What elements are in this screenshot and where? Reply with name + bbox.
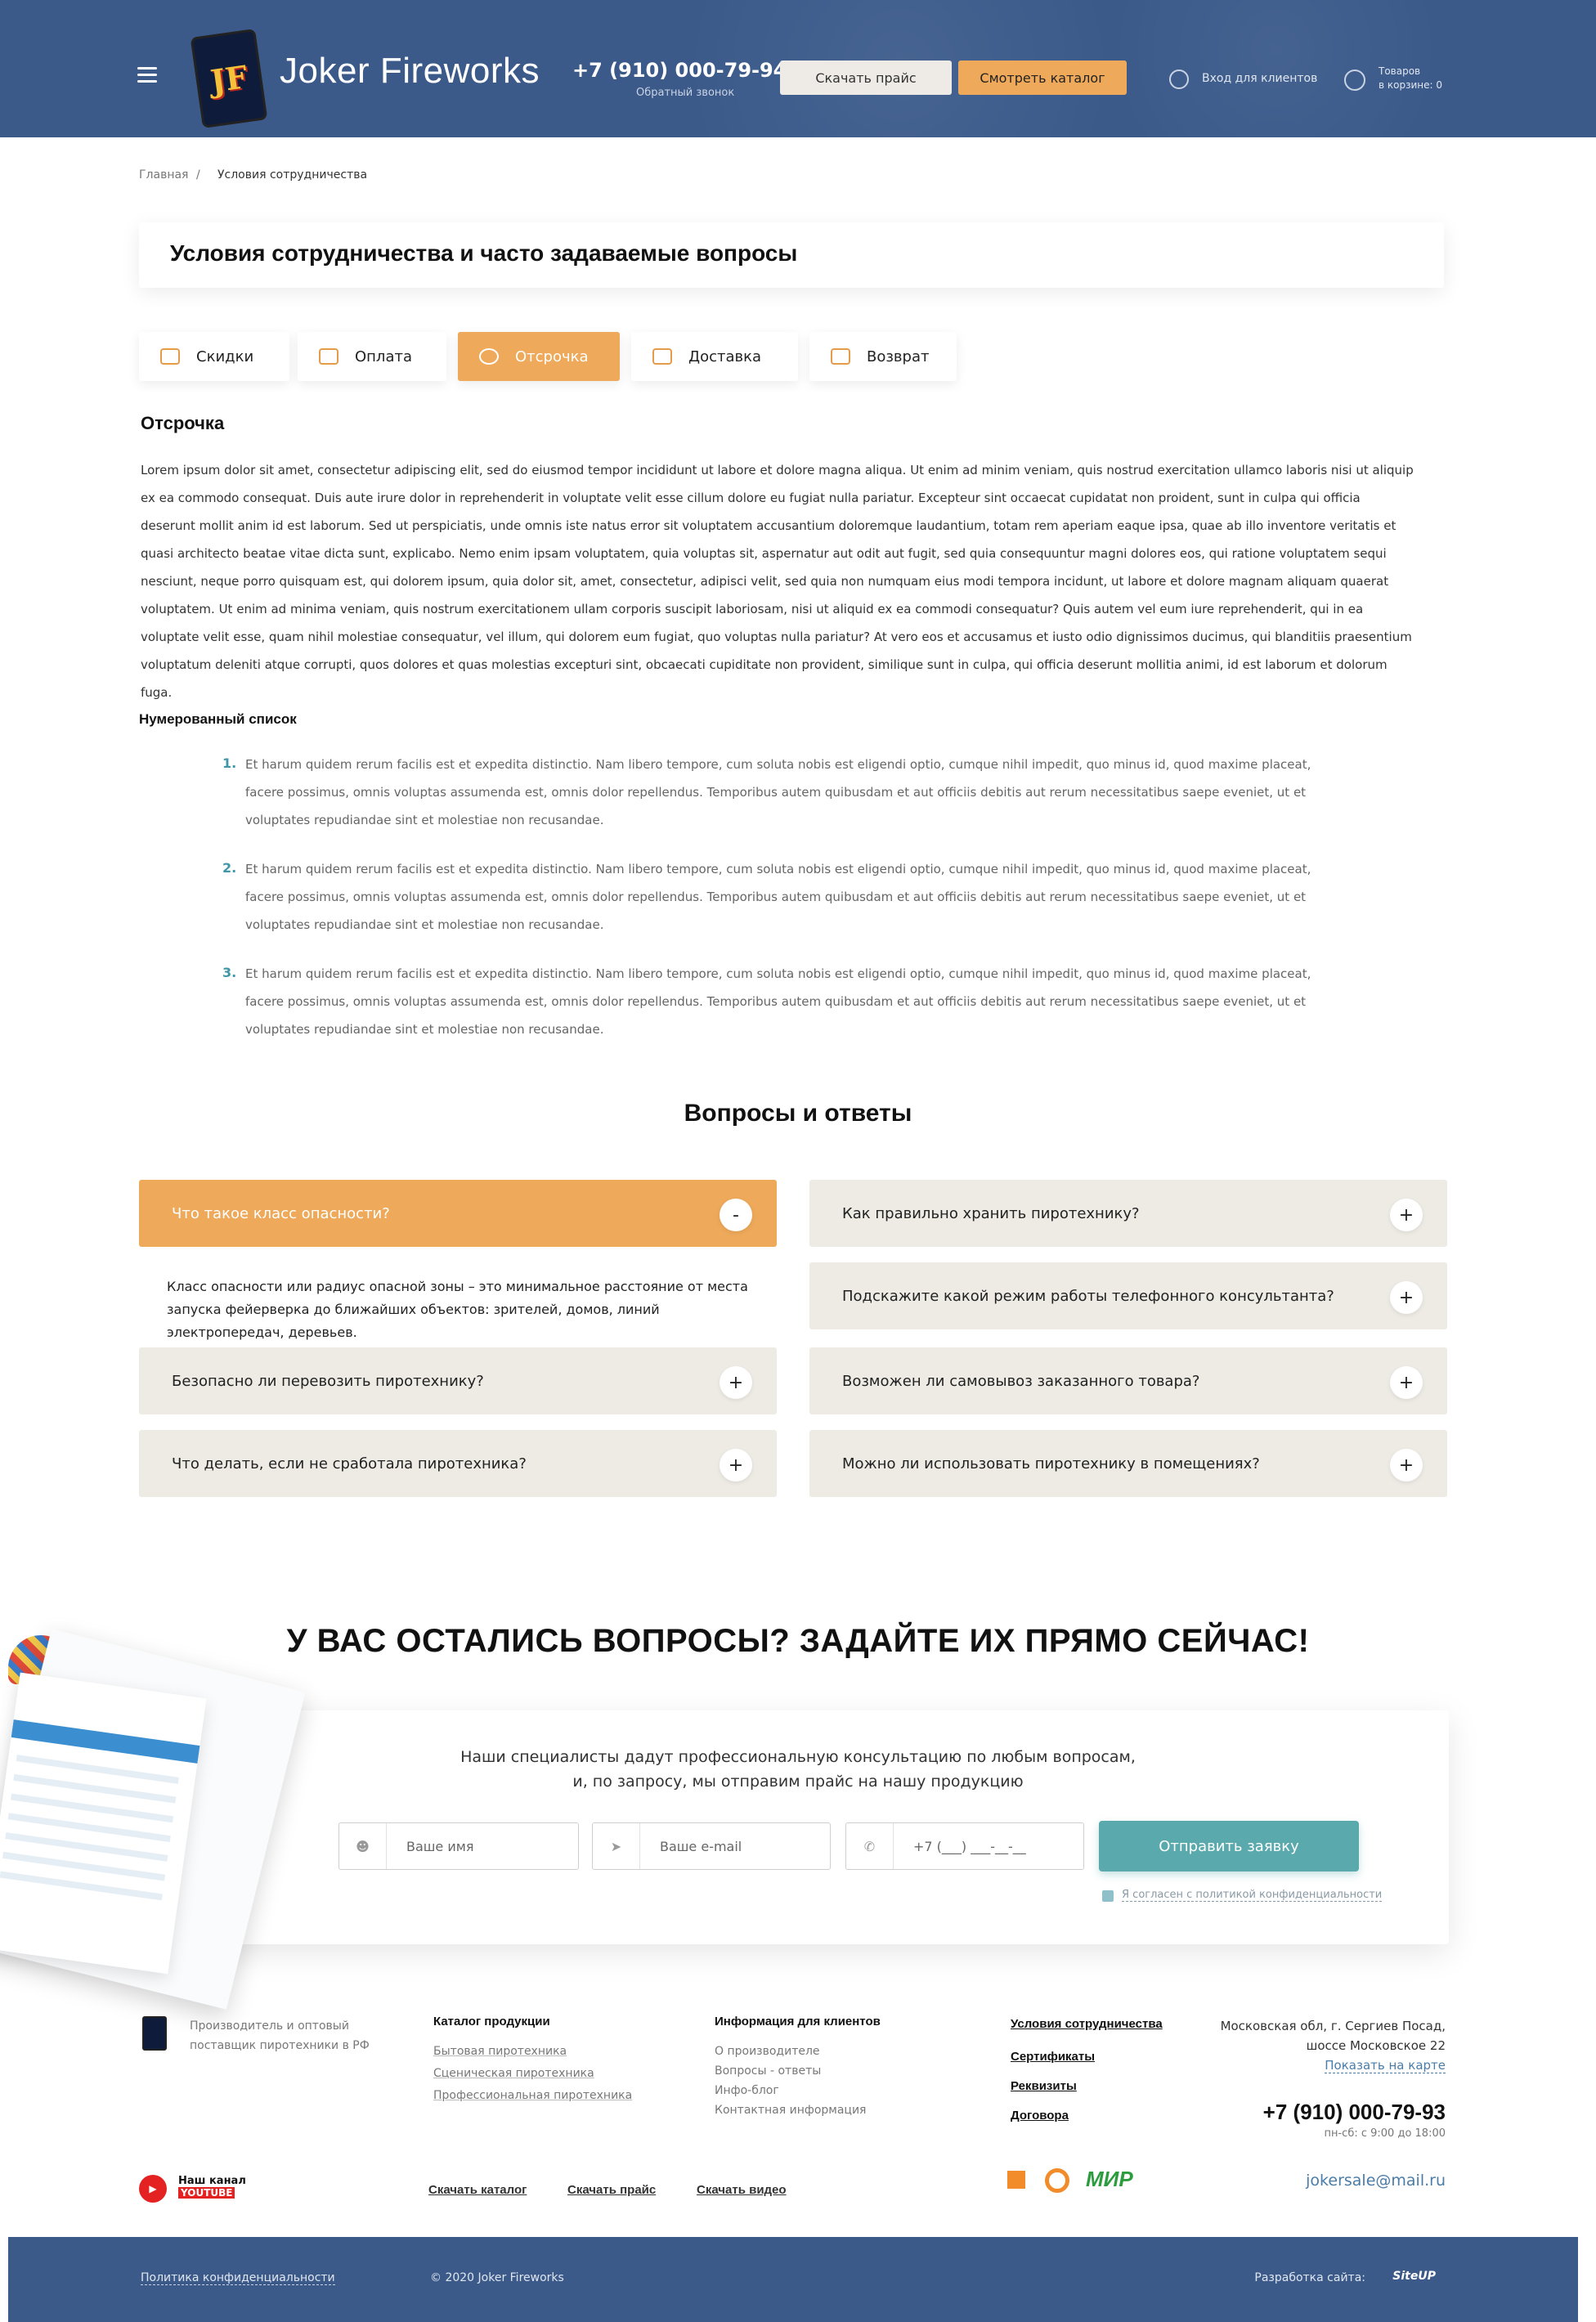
faq-item[interactable]: Что делать, если не сработала пиротехник…: [139, 1430, 777, 1497]
faq-answer: Класс опасности или радиус опасной зоны …: [167, 1279, 748, 1340]
section-title: Отсрочка: [141, 413, 225, 433]
footer-terms-link[interactable]: Условия сотрудничества: [1011, 2010, 1163, 2039]
footer-catalog-link[interactable]: Сценическая пиротехника: [433, 2063, 594, 2085]
download-price-link[interactable]: Скачать прайс: [567, 2183, 656, 2197]
send-icon: ➤: [593, 1823, 640, 1869]
footer-email[interactable]: jokersale@mail.ru: [1306, 2172, 1446, 2190]
youtube-label[interactable]: Наш канал: [178, 2175, 246, 2187]
faq-item[interactable]: Можно ли использовать пиротехнику в поме…: [809, 1430, 1447, 1497]
logo[interactable]: JF: [190, 28, 268, 129]
section-body: Lorem ipsum dolor sit amet, consectetur …: [141, 463, 1414, 700]
list-item: Et harum quidem rerum facilis est et exp…: [245, 966, 1311, 1037]
expand-icon[interactable]: +: [1390, 1366, 1423, 1399]
card-icon: [319, 348, 338, 365]
breadcrumb-current: Условия сотрудничества: [217, 168, 368, 182]
tab-discounts[interactable]: Скидки: [139, 332, 289, 381]
download-video-link[interactable]: Скачать видео: [697, 2183, 787, 2197]
footer-description: Производитель и оптовый поставщик пироте…: [190, 2019, 370, 2052]
footer-info-link[interactable]: О производителе: [715, 2041, 820, 2063]
faq-item[interactable]: Возможен ли самовывоз заказанного товара…: [809, 1347, 1447, 1414]
footer-catalog-link[interactable]: Профессиональная пиротехника: [433, 2085, 632, 2107]
tab-return[interactable]: Возврат: [809, 332, 957, 381]
cart-label[interactable]: Товаров: [1379, 65, 1420, 77]
expand-icon[interactable]: +: [720, 1449, 752, 1482]
footer-info-link[interactable]: Контактная информация: [715, 2100, 866, 2122]
working-hours: пн-сб: с 9:00 до 18:00: [1324, 2127, 1446, 2140]
form-subtitle: Наши специалисты дадут профессиональную …: [460, 1748, 1136, 1766]
tab-delivery[interactable]: Доставка: [631, 332, 798, 381]
download-catalog-link[interactable]: Скачать каталог: [428, 2183, 527, 2197]
footer-catalog-title: Каталог продукции: [433, 2015, 550, 2028]
faq-item[interactable]: Подскажите какой режим работы телефонног…: [809, 1262, 1447, 1329]
submit-button[interactable]: Отправить заявку: [1099, 1821, 1359, 1871]
footer-requisites-link[interactable]: Реквизиты: [1011, 2072, 1077, 2101]
footer-info-link[interactable]: Вопросы - ответы: [715, 2060, 821, 2082]
expand-icon[interactable]: +: [1390, 1449, 1423, 1482]
brand-name[interactable]: Joker Fireworks: [280, 51, 540, 92]
footer-phone[interactable]: +7 (910) 000-79-93: [1263, 2100, 1446, 2125]
collapse-icon[interactable]: -: [720, 1199, 752, 1231]
list-item: Et harum quidem rerum facilis est et exp…: [245, 757, 1311, 827]
tag-icon: [160, 348, 180, 365]
phone-icon: ✆: [846, 1823, 894, 1869]
page-title: Условия сотрудничества и часто задаваемы…: [170, 240, 798, 266]
list-title: Нумерованный список: [139, 711, 297, 727]
sberbank-icon: [1007, 2171, 1025, 2189]
callback-link[interactable]: Обратный звонок: [636, 87, 734, 99]
faq-item-open[interactable]: Что такое класс опасности? -: [139, 1180, 777, 1247]
header-phone[interactable]: +7 (910) 000-79-94: [572, 59, 787, 82]
list-item: Et harum quidem rerum facilis est et exp…: [245, 862, 1311, 932]
expand-icon[interactable]: +: [1390, 1281, 1423, 1314]
agree-checkbox[interactable]: [1102, 1890, 1114, 1902]
expand-icon[interactable]: +: [1390, 1199, 1423, 1231]
tab-deferral[interactable]: Отсрочка: [458, 332, 620, 381]
developer-label: Разработка сайта:: [1254, 2271, 1365, 2284]
truck-icon: [652, 348, 672, 365]
view-catalog-button[interactable]: Смотреть каталог: [958, 61, 1127, 95]
email-field[interactable]: ➤ Ваше e-mail: [592, 1822, 831, 1870]
cta-title: У ВАС ОСТАЛИСЬ ВОПРОСЫ? ЗАДАЙТЕ ИХ ПРЯМО…: [286, 1623, 1310, 1659]
list-number: 2.: [222, 860, 237, 876]
footer-info-title: Информация для клиентов: [715, 2015, 881, 2028]
breadcrumb-home[interactable]: Главная: [139, 168, 188, 182]
user-icon[interactable]: [1169, 69, 1189, 89]
qiwi-icon: [1045, 2168, 1069, 2193]
page-title-card: Условия сотрудничества и часто задаваемы…: [139, 222, 1444, 288]
login-link[interactable]: Вход для клиентов: [1202, 72, 1317, 85]
youtube-badge[interactable]: YOUTUBE: [178, 2187, 235, 2199]
privacy-agree-link[interactable]: Я согласен с политикой конфиденциальност…: [1122, 1889, 1383, 1902]
footer-certificates-link[interactable]: Сертификаты: [1011, 2042, 1095, 2072]
faq-title: Вопросы и ответы: [684, 1100, 912, 1127]
footer-catalog-link[interactable]: Бытовая пиротехника: [433, 2041, 567, 2063]
faq-item[interactable]: Как правильно хранить пиротехнику? +: [809, 1180, 1447, 1247]
youtube-icon[interactable]: ▶: [139, 2175, 167, 2203]
phone-field[interactable]: ✆ +7 (___) ___-__-__: [845, 1822, 1084, 1870]
form-subtitle: и, по запросу, мы отправим прайс на нашу…: [572, 1773, 1024, 1791]
clock-icon: [479, 348, 499, 365]
name-field[interactable]: ☻ Ваше имя: [338, 1822, 579, 1870]
expand-icon[interactable]: +: [720, 1366, 752, 1399]
mir-logo: МИР: [1086, 2167, 1133, 2191]
cart-icon[interactable]: [1344, 69, 1365, 91]
faq-item[interactable]: Безопасно ли перевозить пиротехнику? +: [139, 1347, 777, 1414]
footer-logo[interactable]: [142, 2016, 167, 2051]
download-price-button[interactable]: Скачать прайс: [780, 61, 952, 95]
tab-payment[interactable]: Оплата: [298, 332, 446, 381]
footer-contracts-link[interactable]: Договора: [1011, 2101, 1069, 2131]
cart-count[interactable]: в корзине: 0: [1379, 79, 1442, 91]
menu-icon[interactable]: [137, 67, 157, 87]
footer-info-link[interactable]: Инфо-блог: [715, 2080, 779, 2102]
breadcrumb-separator: /: [196, 168, 200, 182]
map-link[interactable]: Показать на карте: [1325, 2058, 1446, 2073]
list-number: 3.: [222, 965, 237, 980]
return-icon: [831, 348, 850, 365]
list-number: 1.: [222, 755, 237, 771]
copyright: © 2020 Joker Fireworks: [430, 2271, 564, 2284]
privacy-policy-link[interactable]: Политика конфиденциальности: [141, 2271, 335, 2285]
developer-logo[interactable]: SiteUP: [1392, 2270, 1436, 2283]
footer-address: Московская обл, г. Сергиев Посад, шоссе …: [1220, 2019, 1446, 2073]
user-icon: ☻: [339, 1823, 387, 1869]
